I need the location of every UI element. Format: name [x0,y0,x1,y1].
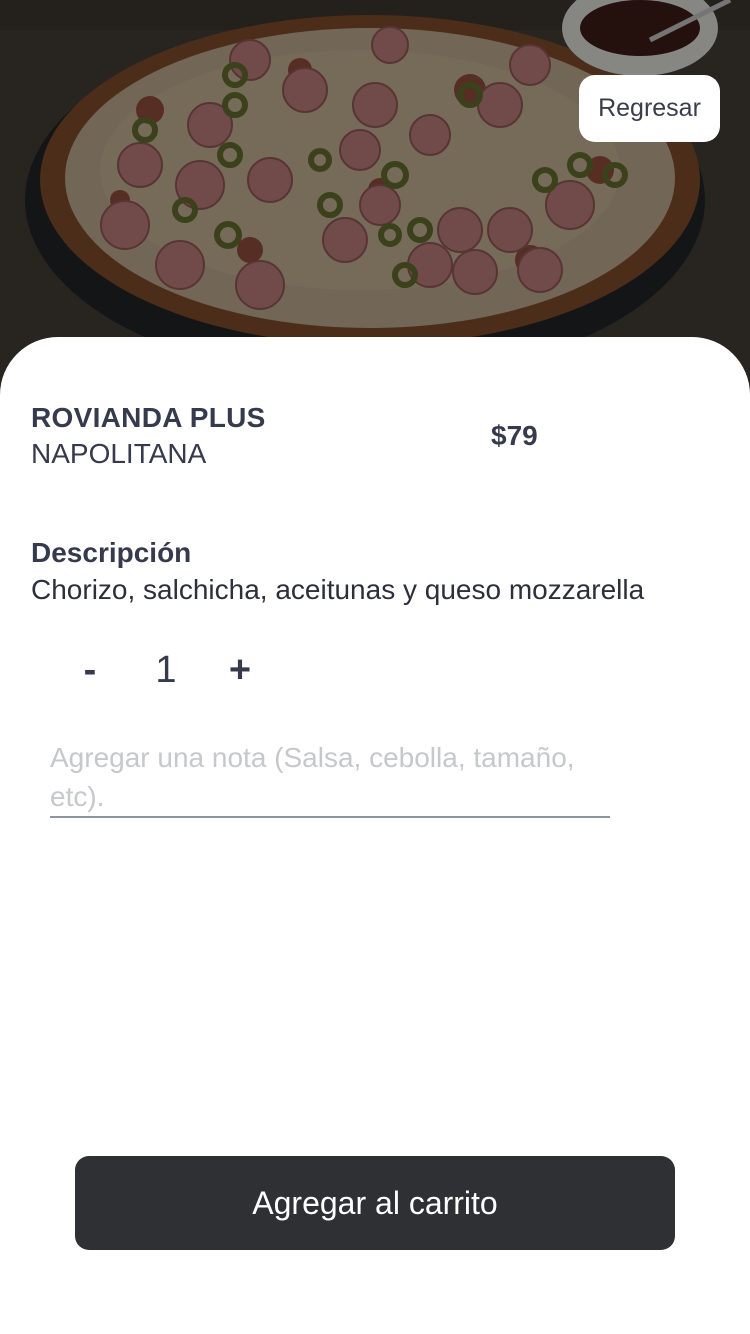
note-input[interactable] [50,738,610,818]
back-button[interactable]: Regresar [579,75,720,142]
product-price: $79 [491,420,538,451]
description-title: Descripción [31,537,192,568]
product-category: NAPOLITANA [31,438,207,469]
description-text: Chorizo, salchicha, aceitunas y queso mo… [31,574,645,605]
increase-quantity-button[interactable]: + [218,644,262,696]
decrease-quantity-button[interactable]: - [70,644,110,696]
quantity-value: 1 [155,648,177,691]
product-name: ROVIANDA PLUS [31,402,266,433]
add-to-cart-button[interactable]: Agregar al carrito [75,1156,675,1250]
